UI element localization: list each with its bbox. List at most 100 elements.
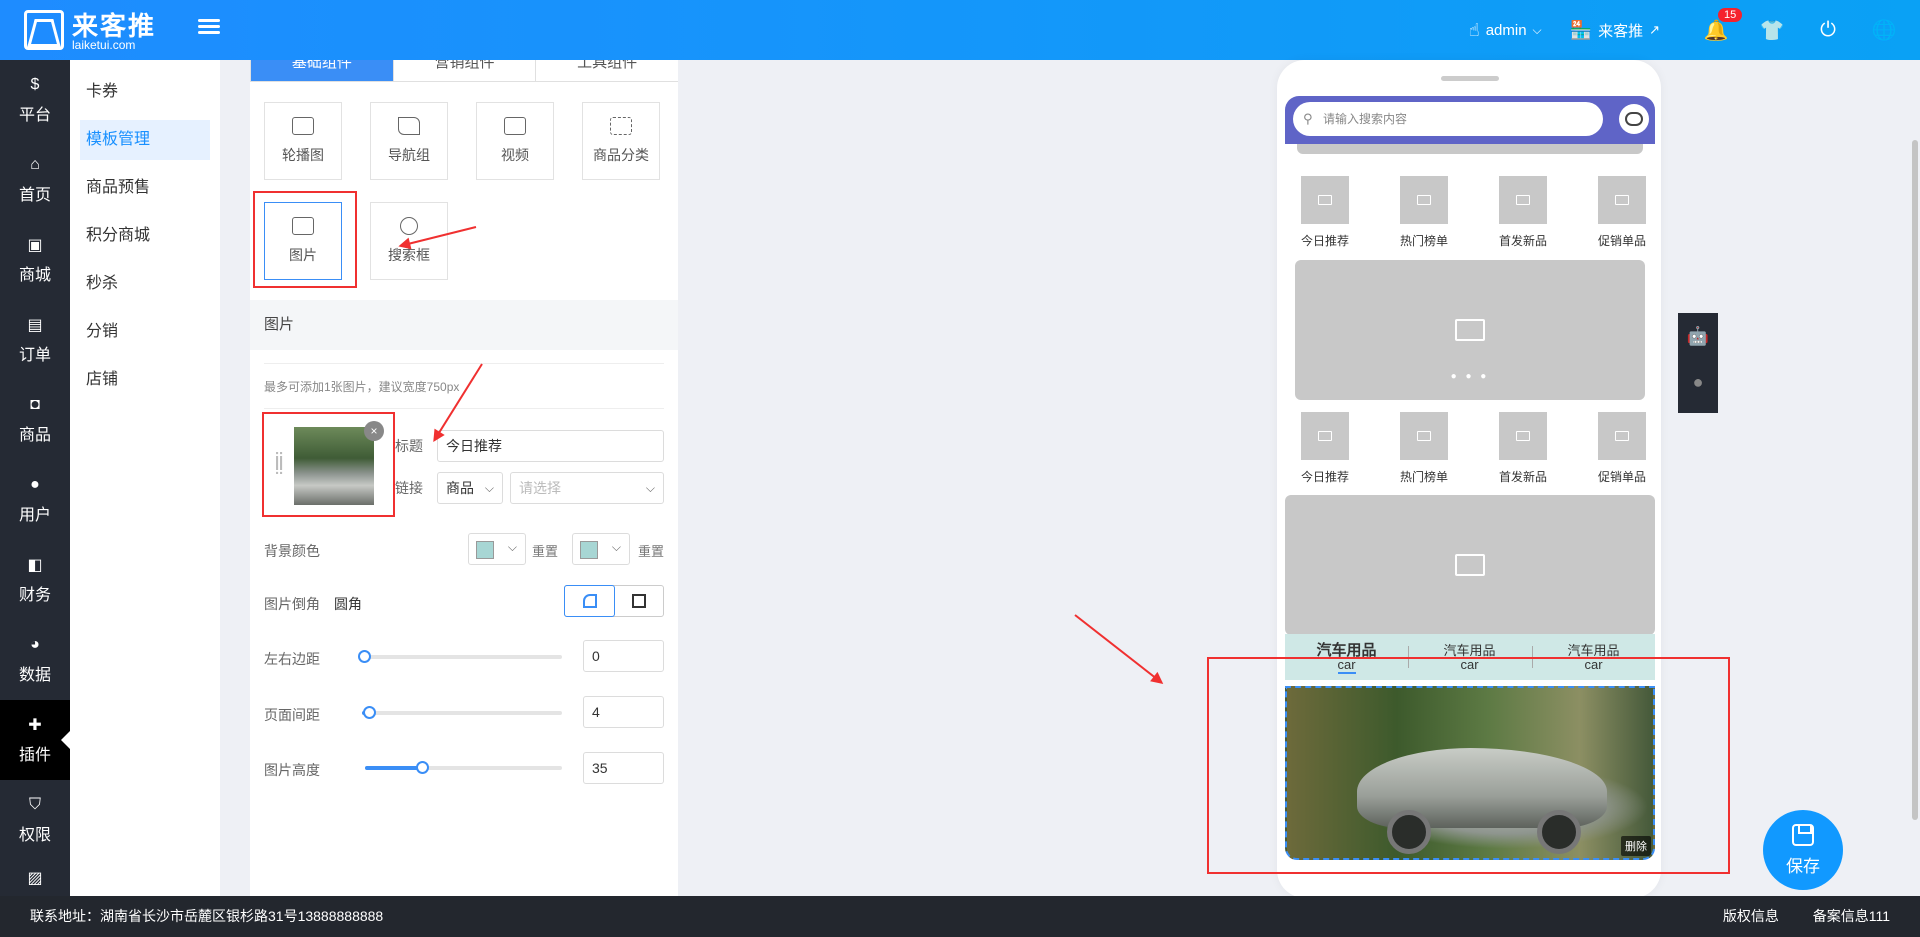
lr-margin-slider[interactable] xyxy=(358,650,562,663)
wallet-icon: ◧ xyxy=(27,557,43,574)
preview-nav-cell: 今日推荐 xyxy=(1285,412,1365,485)
img-height-input[interactable]: 35 xyxy=(583,752,664,784)
subnav-item-coupons[interactable]: 卡券 xyxy=(80,72,210,112)
nav-products[interactable]: ◘ 商品 xyxy=(0,380,70,460)
nav-media[interactable]: ▨ xyxy=(0,860,70,896)
tab-tool-components[interactable]: 工具组件 xyxy=(535,60,678,81)
carousel-dots: ● ● ● xyxy=(1450,371,1490,382)
image-placeholder-icon xyxy=(1417,195,1431,205)
drag-handle-icon[interactable]: ⠿ ⠿ ⠿ xyxy=(274,451,284,477)
notification-badge: 15 xyxy=(1718,8,1743,22)
logout-button[interactable]: ⏻ xyxy=(1812,14,1844,46)
bg-color-picker-2[interactable]: ⌵ xyxy=(572,533,630,565)
preview-cat-tab[interactable]: 汽车用品 car xyxy=(1532,644,1655,672)
rounded-corner-option[interactable] xyxy=(564,585,615,617)
image-thumbnail[interactable] xyxy=(294,427,374,505)
preview-cat-tab[interactable]: 汽车用品 car xyxy=(1408,644,1531,672)
component-video[interactable]: 视频 xyxy=(476,102,554,180)
store-link[interactable]: 🏪 来客推 ↗ xyxy=(1570,20,1660,41)
nav-data[interactable]: ◕ 数据 xyxy=(0,620,70,700)
logo[interactable]: 来客推 laiketui.com xyxy=(24,8,184,52)
title-input[interactable]: 今日推荐 xyxy=(437,430,664,462)
footer-copyright-link[interactable]: 版权信息 xyxy=(1723,908,1779,924)
slider-handle[interactable] xyxy=(358,650,371,663)
preview-search-input[interactable]: ⚲ 请输入搜索内容 xyxy=(1293,102,1603,136)
nav-plugins[interactable]: ✚ 插件 xyxy=(0,700,70,780)
tab-marketing-components[interactable]: 营销组件 xyxy=(392,60,536,81)
nav-users[interactable]: ● 用户 xyxy=(0,460,70,540)
nav-platform[interactable]: $ 平台 xyxy=(0,60,70,140)
divider xyxy=(264,408,664,409)
title-label: 标题 xyxy=(395,438,423,454)
remove-image-icon[interactable]: × xyxy=(364,421,384,441)
nav-home[interactable]: ⌂ 首页 xyxy=(0,140,70,220)
slider-handle[interactable] xyxy=(363,706,376,719)
preview-nav-row[interactable]: 今日推荐 热门榜单 首发新品 促销单品 xyxy=(1285,412,1655,490)
nav-permissions[interactable]: ⛉ 权限 xyxy=(0,780,70,860)
sub-sidebar: 卡券 模板管理 商品预售 积分商城 秒杀 分销 店铺 xyxy=(70,60,220,896)
subnav-item-flash-sale[interactable]: 秒杀 xyxy=(80,264,210,304)
img-height-slider[interactable] xyxy=(365,761,562,774)
notification-bell[interactable]: 🔔 15 xyxy=(1700,8,1743,46)
footer-icp-link[interactable]: 备案信息111 xyxy=(1813,908,1890,924)
send-icon xyxy=(398,117,420,135)
page-gap-slider[interactable] xyxy=(362,706,562,719)
user-menu[interactable]: ☝ admin ⌵ xyxy=(1469,20,1542,41)
chat-icon[interactable] xyxy=(1619,104,1649,134)
subnav-item-points-mall[interactable]: 积分商城 xyxy=(80,216,210,256)
subnav-item-shops[interactable]: 店铺 xyxy=(80,360,210,400)
delete-button[interactable]: 删除 xyxy=(1621,836,1651,856)
link-type-select[interactable]: 商品 ⌵ xyxy=(437,472,503,504)
corner-label: 图片倒角 xyxy=(264,596,320,612)
theme-button[interactable]: 👕 xyxy=(1756,14,1788,46)
preview-search-bar[interactable]: ⚲ 请输入搜索内容 xyxy=(1285,96,1655,144)
preview-banner[interactable]: ● ● ● xyxy=(1295,260,1645,400)
preview-category-tabs: 汽车用品 car 汽车用品 car 汽车用品 car xyxy=(1285,634,1655,680)
lr-margin-input[interactable]: 0 xyxy=(583,640,664,672)
save-button[interactable]: 保存 xyxy=(1763,810,1843,890)
slider-handle[interactable] xyxy=(416,761,429,774)
carousel-icon xyxy=(292,117,314,135)
subnav-item-templates[interactable]: 模板管理 xyxy=(80,120,210,160)
preview-selected-image[interactable]: 删除 xyxy=(1285,686,1655,860)
logo-mark-icon xyxy=(24,10,64,50)
preview-nav-row[interactable]: 今日推荐 热门榜单 首发新品 促销单品 xyxy=(1285,176,1655,254)
chevron-down-icon: ⌵ xyxy=(645,481,655,495)
video-icon xyxy=(504,117,526,135)
preview-nav-cell: 促销单品 xyxy=(1582,412,1662,485)
link-target-select[interactable]: 请选择 ⌵ xyxy=(510,472,664,504)
bag-icon: ◘ xyxy=(30,396,40,413)
preview-cat-tab[interactable]: 汽车用品 car xyxy=(1285,643,1408,674)
img-height-label: 图片高度 xyxy=(264,762,320,778)
page-gap-input[interactable]: 4 xyxy=(583,696,664,728)
reset-button-2[interactable]: 重置 xyxy=(638,541,664,560)
square-corner-option[interactable] xyxy=(614,586,663,616)
subnav-item-distribution[interactable]: 分销 xyxy=(80,312,210,352)
preview-nav-cell: 热门榜单 xyxy=(1384,176,1464,249)
component-carousel[interactable]: 轮播图 xyxy=(264,102,342,180)
store-icon: 🏪 xyxy=(1569,19,1593,40)
preview-image-block[interactable] xyxy=(1285,495,1655,635)
nav-finance[interactable]: ◧ 财务 xyxy=(0,540,70,620)
tab-basic-components[interactable]: 基础组件 xyxy=(250,60,393,81)
apple-icon[interactable]: ● xyxy=(1678,359,1718,405)
menu-toggle-icon[interactable] xyxy=(198,16,220,36)
subnav-item-presale[interactable]: 商品预售 xyxy=(80,168,210,208)
reset-button-1[interactable]: 重置 xyxy=(532,541,558,560)
component-category[interactable]: 商品分类 xyxy=(582,102,660,180)
home-icon: ⌂ xyxy=(30,156,40,173)
tshirt-icon: 👕 xyxy=(1759,19,1785,42)
preview-nav-cell: 今日推荐 xyxy=(1285,176,1365,249)
nav-mall[interactable]: ▣ 商城 xyxy=(0,220,70,300)
link-label: 链接 xyxy=(395,480,423,496)
component-nav-group[interactable]: 导航组 xyxy=(370,102,448,180)
language-button[interactable]: 🌐 xyxy=(1868,14,1900,46)
page-scrollbar[interactable] xyxy=(1912,140,1918,820)
bg-color-picker-1[interactable]: ⌵ xyxy=(468,533,526,565)
android-icon[interactable]: 🤖 xyxy=(1678,313,1718,359)
phone-speaker xyxy=(1441,76,1499,81)
image-placeholder-icon xyxy=(1417,431,1431,441)
nav-orders[interactable]: ▤ 订单 xyxy=(0,300,70,380)
component-image[interactable]: 图片 xyxy=(264,202,342,280)
globe-icon: 🌐 xyxy=(1871,19,1897,42)
